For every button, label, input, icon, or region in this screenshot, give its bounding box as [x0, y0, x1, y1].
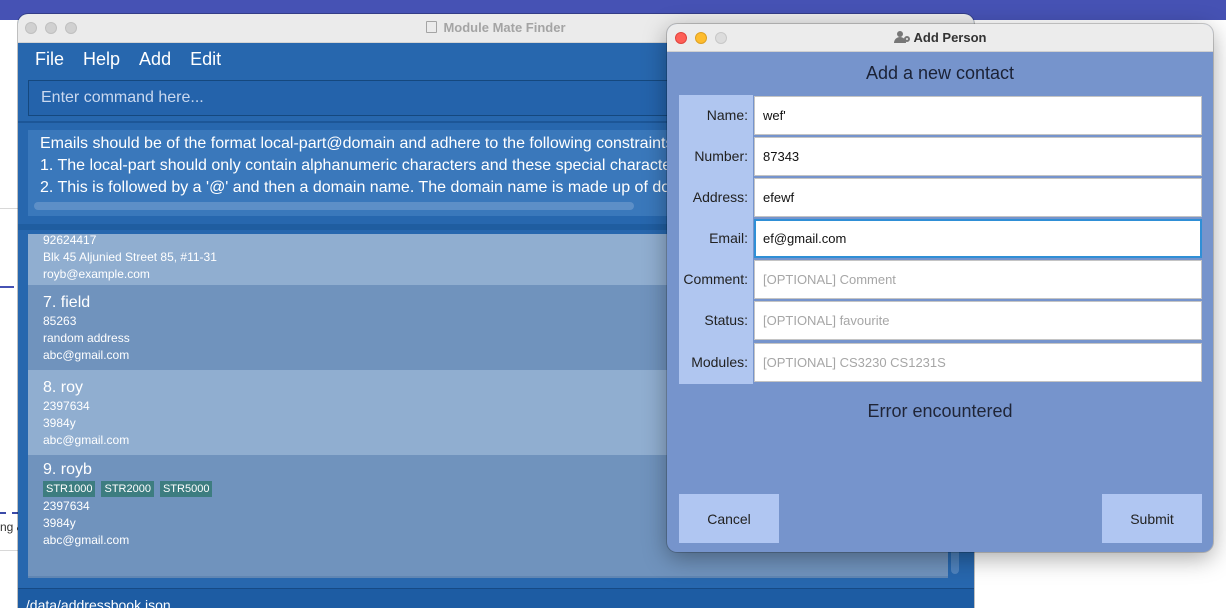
name-field[interactable]	[754, 96, 1202, 135]
status-bar: ./data/addressbook.json	[18, 588, 974, 608]
background-accent-line	[0, 286, 14, 288]
menu-file[interactable]: File	[35, 49, 64, 70]
status-label: Status:	[704, 312, 748, 328]
modules-row: Modules:	[679, 342, 1203, 383]
number-field[interactable]	[754, 137, 1202, 176]
comment-row: Comment:	[679, 259, 1203, 300]
status-field[interactable]	[754, 301, 1202, 340]
name-row: Name:	[679, 95, 1203, 136]
dialog-heading: Add a new contact	[865, 63, 1015, 83]
email-field[interactable]	[754, 219, 1202, 258]
error-message: Error encountered	[867, 401, 1013, 421]
background-dashed-line	[0, 512, 18, 514]
dialog-titlebar[interactable]: Add Person	[667, 24, 1213, 52]
email-row: Email:	[679, 218, 1203, 259]
tag-badge: STR2000	[101, 481, 154, 497]
modules-label: Modules:	[691, 354, 748, 370]
comment-label: Comment:	[683, 271, 748, 287]
dialog-title-wrap: Add Person	[667, 30, 1213, 45]
app-icon	[426, 21, 438, 33]
save-location-text: ./data/addressbook.json	[22, 597, 171, 608]
menu-edit[interactable]: Edit	[190, 49, 221, 70]
address-label: Address:	[692, 189, 748, 205]
comment-field[interactable]	[754, 260, 1202, 299]
menu-add[interactable]: Add	[139, 49, 171, 70]
add-person-icon	[893, 31, 910, 43]
name-label: Name:	[706, 107, 748, 123]
modules-field[interactable]	[754, 343, 1202, 382]
background-divider	[0, 550, 18, 551]
add-person-dialog: Add Person Add a new contact Name: Numbe…	[667, 24, 1213, 552]
address-row: Address:	[679, 177, 1203, 218]
number-label: Number:	[694, 148, 748, 164]
tag-badge: STR1000	[43, 481, 96, 497]
email-label: Email:	[709, 230, 748, 246]
address-field[interactable]	[754, 178, 1202, 217]
tag-badge: STR5000	[159, 481, 213, 497]
number-row: Number:	[679, 136, 1203, 177]
window-title: Module Mate Finder	[443, 20, 566, 35]
menu-help[interactable]: Help	[83, 49, 120, 70]
status-row: Status:	[679, 300, 1203, 341]
background-divider	[0, 208, 18, 209]
cancel-button[interactable]: Cancel	[679, 494, 779, 543]
horizontal-scrollbar[interactable]	[34, 202, 634, 210]
submit-button[interactable]: Submit	[1102, 494, 1202, 543]
dialog-title: Add Person	[913, 30, 987, 45]
background-cut-text: ng &	[0, 520, 18, 534]
